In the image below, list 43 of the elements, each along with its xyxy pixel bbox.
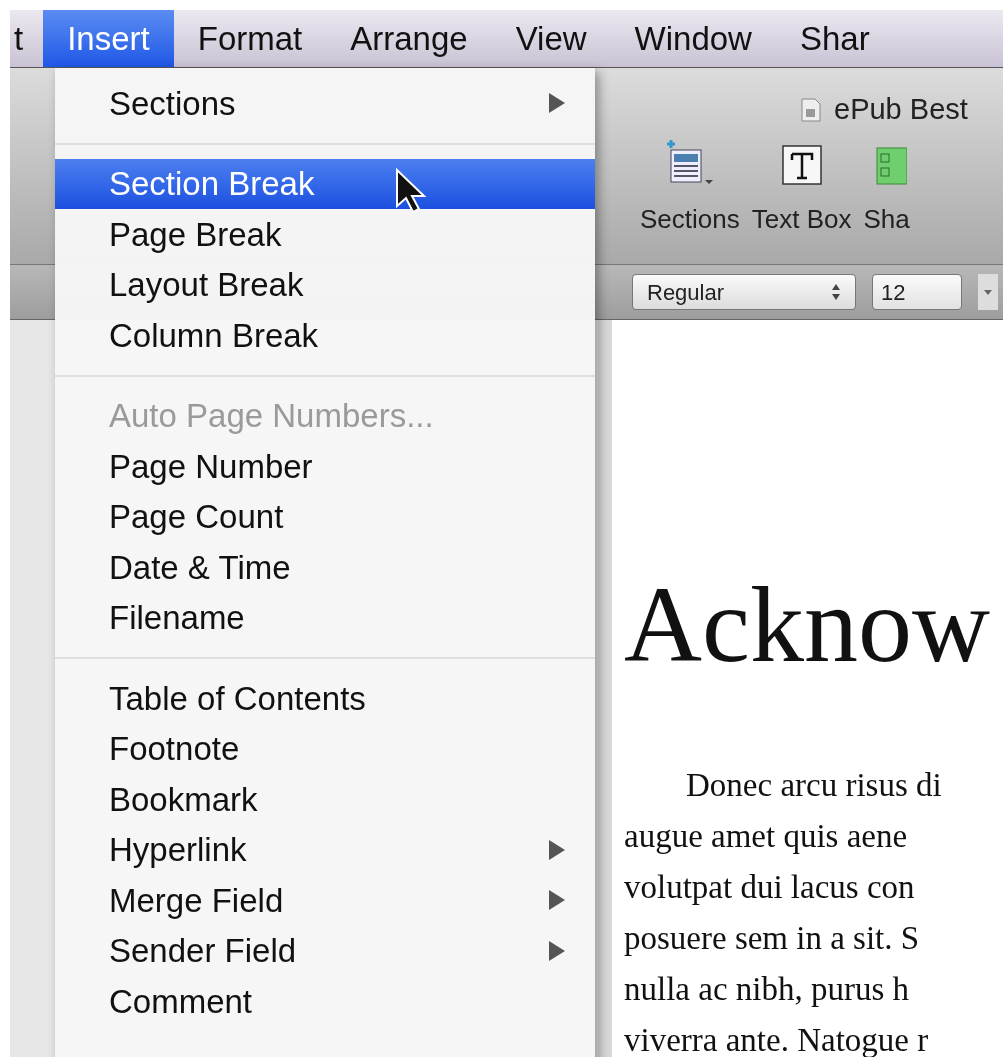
paragraph-line: volutpat dui lacus con xyxy=(624,868,915,907)
menu-item[interactable]: Filename xyxy=(55,592,595,643)
paragraph-line: posuere sem in a sit. S xyxy=(624,919,920,958)
submenu-arrow-icon xyxy=(547,91,567,116)
font-style-popup[interactable]: Regular xyxy=(632,274,856,310)
document-heading: Acknow xyxy=(624,570,990,680)
paragraph-line: Donec arcu risus di xyxy=(685,766,942,805)
menu-item[interactable]: Comment xyxy=(55,976,595,1027)
menu-bar-item[interactable]: Insert xyxy=(43,10,174,67)
menu-item[interactable]: Column Break xyxy=(55,310,595,361)
paragraph-line: augue amet quis aene xyxy=(624,817,908,856)
menu-item[interactable]: Page Break xyxy=(55,209,595,260)
menu-item[interactable]: Table of Contents xyxy=(55,673,595,724)
menu-bar-item[interactable]: Arrange xyxy=(326,10,492,67)
submenu-arrow-icon xyxy=(547,938,567,963)
menu-item[interactable]: Layout Break xyxy=(55,259,595,310)
menu-bar-item[interactable]: t xyxy=(10,10,44,67)
toolbar-button[interactable]: Text Box xyxy=(751,139,852,239)
menu-item[interactable]: Footnote xyxy=(55,723,595,774)
window-title: ePub Best xyxy=(834,92,968,127)
menu-item[interactable]: Sections xyxy=(55,78,595,129)
font-size-field[interactable]: 12 xyxy=(872,274,962,310)
menu-bar-item[interactable]: Window xyxy=(610,10,776,67)
menu-bar-item[interactable]: Shar xyxy=(775,10,894,67)
document-icon xyxy=(800,96,822,123)
mouse-pointer-icon xyxy=(395,168,427,214)
dropdown-icon[interactable] xyxy=(978,274,998,310)
menu-bar-item[interactable]: Format xyxy=(173,10,327,67)
menu-item[interactable]: Date & Time xyxy=(55,542,595,593)
menu-item[interactable]: Sender Field xyxy=(55,925,595,976)
submenu-arrow-icon xyxy=(547,888,567,913)
stepper-icon xyxy=(831,282,841,302)
submenu-arrow-icon xyxy=(547,837,567,862)
menu-bar-item[interactable]: View xyxy=(491,10,611,67)
menu-item[interactable]: Section Break xyxy=(55,158,595,209)
toolbar-button[interactable]: Sections xyxy=(640,139,740,239)
paragraph-line: nulla ac nibh, purus h xyxy=(624,970,910,1009)
menu-item[interactable]: Hyperlink xyxy=(55,824,595,875)
menu-item[interactable]: Merge Field xyxy=(55,875,595,926)
toolbar-button[interactable]: Sha xyxy=(863,139,910,239)
menu-item[interactable]: Bookmark xyxy=(55,774,595,825)
menu-item[interactable]: Page Number xyxy=(55,441,595,492)
menu-item[interactable]: Page Count xyxy=(55,491,595,542)
